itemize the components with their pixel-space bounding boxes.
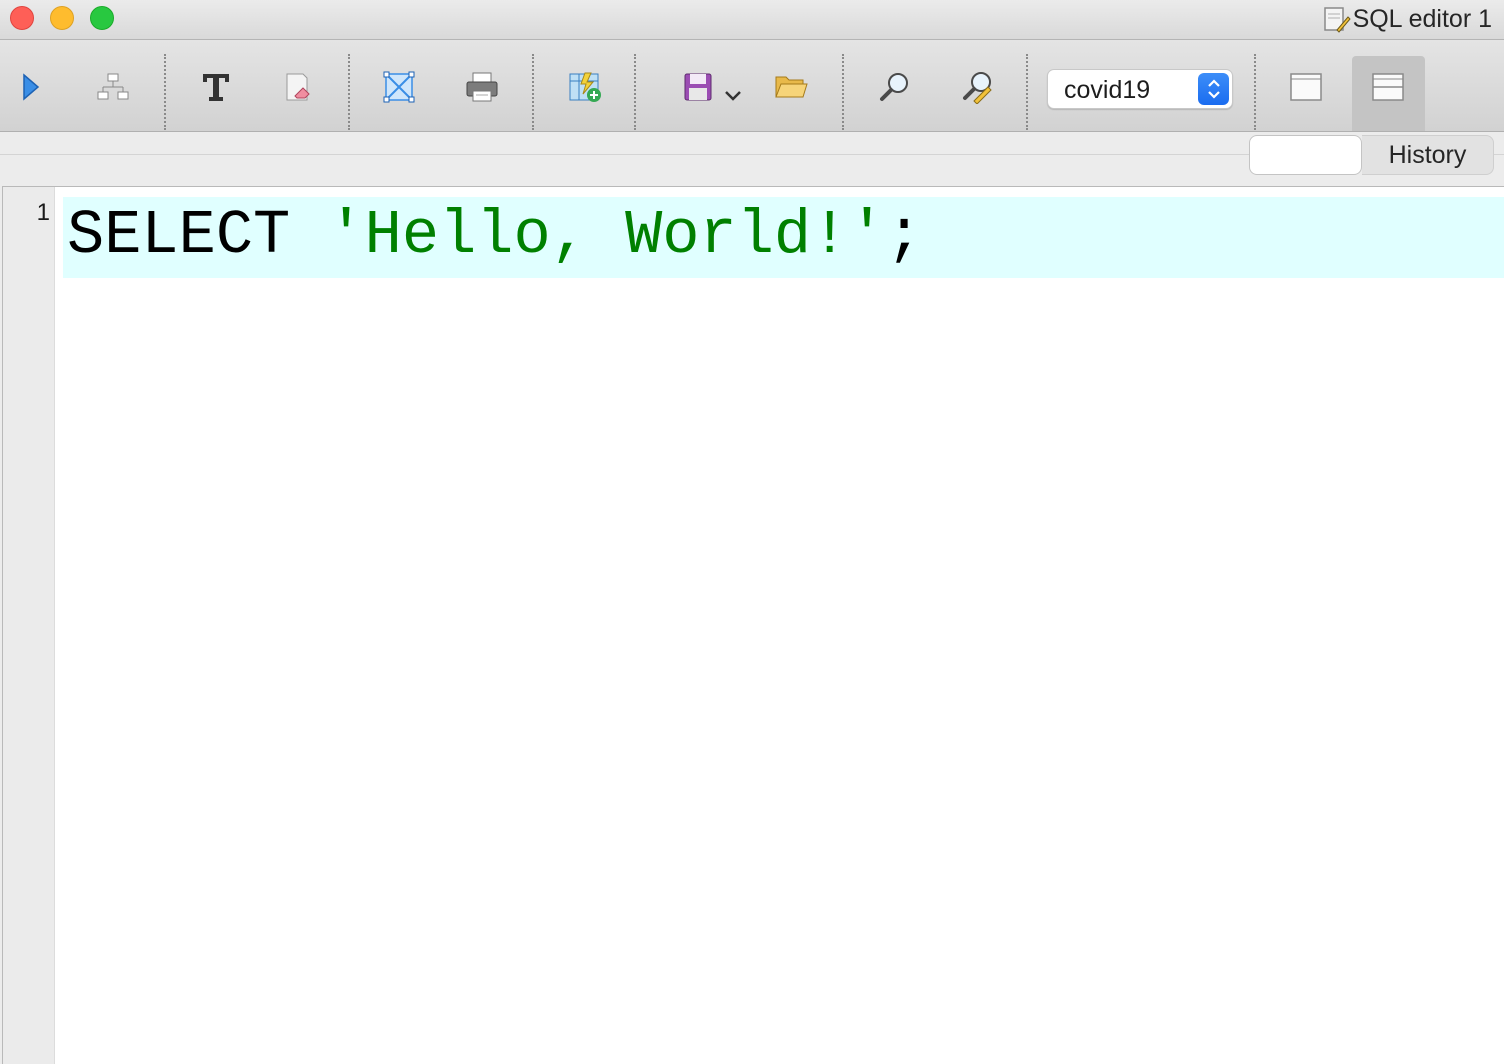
up-down-chevron-icon xyxy=(1198,73,1229,105)
toolbar-separator xyxy=(842,54,844,130)
tab-history[interactable]: History xyxy=(1362,135,1494,175)
chevron-down-icon[interactable] xyxy=(723,89,743,103)
line-number: 1 xyxy=(36,199,50,226)
explain-plan-icon xyxy=(96,72,130,102)
window-title-text: SQL editor 1 xyxy=(1352,4,1492,33)
tab-blank[interactable] xyxy=(1249,135,1362,175)
sql-semicolon: ; xyxy=(885,200,923,271)
toolbar: covid19 xyxy=(0,40,1504,132)
find-replace-button[interactable] xyxy=(952,62,1002,112)
line-number-gutter: 1 xyxy=(3,187,55,1064)
sql-editor[interactable]: 1 SELECT 'Hello, World!'; xyxy=(2,186,1504,1064)
execute-icon xyxy=(18,71,44,103)
find-icon xyxy=(878,70,912,104)
minimize-window-button[interactable] xyxy=(50,6,74,30)
sql-script-icon xyxy=(1321,4,1351,34)
print-icon xyxy=(464,70,500,104)
text-format-icon xyxy=(200,71,232,103)
layout-single-button[interactable] xyxy=(1281,62,1331,112)
window-title: SQL editor 1 xyxy=(1321,4,1492,34)
open-folder-button[interactable] xyxy=(766,62,816,112)
code-line[interactable]: SELECT 'Hello, World!'; xyxy=(67,201,923,271)
layout-single-icon xyxy=(1289,72,1323,102)
toolbar-separator xyxy=(634,54,636,130)
explain-plan-button[interactable] xyxy=(88,62,138,112)
print-button[interactable] xyxy=(457,62,507,112)
toolbar-separator xyxy=(532,54,534,130)
text-format-button[interactable] xyxy=(191,62,241,112)
layout-split-button[interactable] xyxy=(1363,62,1413,112)
sql-keyword: SELECT xyxy=(67,200,328,271)
select-all-icon xyxy=(382,70,416,104)
sql-string-literal: 'Hello, World!' xyxy=(327,200,886,271)
toolbar-separator xyxy=(1026,54,1028,130)
execute-button[interactable] xyxy=(6,62,56,112)
layout-split-icon xyxy=(1371,72,1405,102)
clear-icon xyxy=(281,70,315,104)
toolbar-separator xyxy=(1254,54,1256,130)
save-button[interactable] xyxy=(672,62,752,112)
title-bar: SQL editor 1 xyxy=(0,0,1504,40)
database-select[interactable]: covid19 xyxy=(1047,69,1233,109)
toolbar-separator xyxy=(348,54,350,130)
clear-button[interactable] xyxy=(273,62,323,112)
find-replace-icon xyxy=(960,70,994,104)
open-folder-icon xyxy=(773,72,809,102)
find-button[interactable] xyxy=(870,62,920,112)
close-window-button[interactable] xyxy=(10,6,34,30)
result-tab-strip: History xyxy=(0,132,1504,184)
toolbar-separator xyxy=(164,54,166,130)
select-all-button[interactable] xyxy=(374,62,424,112)
maximize-window-button[interactable] xyxy=(90,6,114,30)
save-icon xyxy=(681,70,715,104)
create-view-icon xyxy=(567,70,603,104)
database-select-value: covid19 xyxy=(1064,76,1151,104)
create-view-button[interactable] xyxy=(560,62,610,112)
